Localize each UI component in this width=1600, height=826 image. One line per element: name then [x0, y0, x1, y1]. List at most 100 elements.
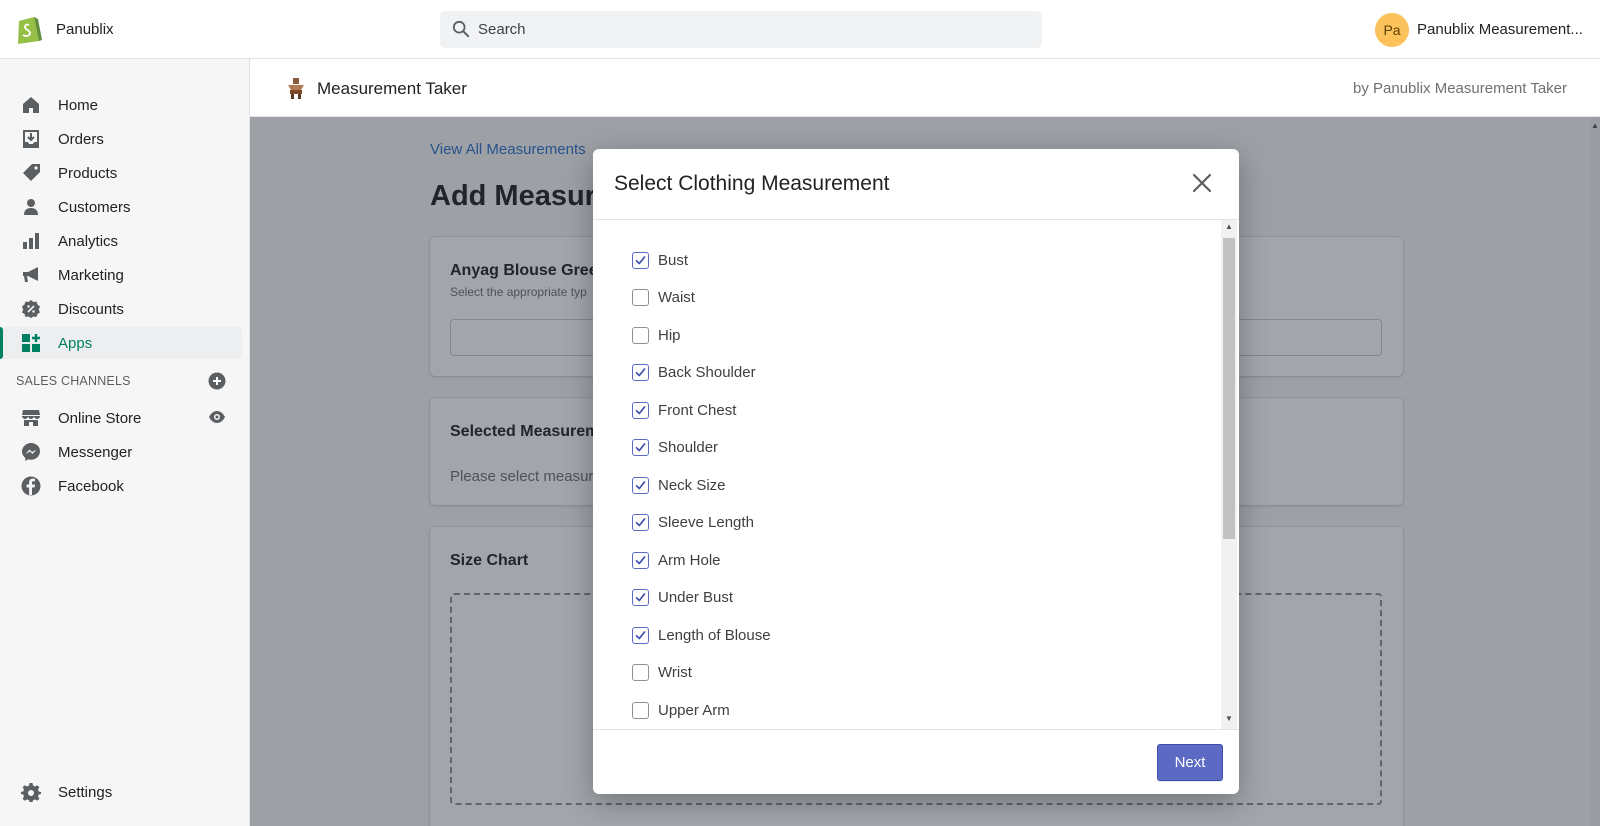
gear-icon [21, 783, 41, 802]
measurement-option[interactable]: Length of Blouse [632, 623, 771, 647]
measurement-option[interactable]: Wrist [632, 661, 692, 685]
checkbox-unchecked[interactable] [632, 289, 649, 306]
sidebar-item-label: Analytics [58, 232, 119, 250]
next-button[interactable]: Next [1157, 744, 1223, 781]
measurement-option[interactable]: Front Chest [632, 398, 736, 422]
measurement-label: Sleeve Length [658, 514, 754, 531]
measurement-option[interactable]: Bust [632, 248, 688, 272]
checkbox-unchecked[interactable] [632, 326, 649, 344]
sidebar-item-label: Customers [58, 198, 131, 216]
measurement-option[interactable]: Arm Hole [632, 548, 721, 572]
sidebar-item-apps[interactable]: Apps [0, 327, 242, 359]
app-header: Measurement Taker by Panublix Measuremen… [250, 59, 1600, 117]
measurement-label: Length of Blouse [658, 626, 771, 644]
shopify-logo-icon[interactable] [15, 13, 43, 45]
check-icon [635, 518, 646, 527]
orders-icon [23, 130, 39, 148]
checkbox-checked[interactable] [632, 476, 649, 494]
sidebar-item-label: Discounts [58, 300, 124, 318]
sidebar-item-analytics[interactable]: Analytics [0, 225, 242, 257]
sidebar: Home Orders Products Customers Analytics… [0, 59, 250, 826]
measurement-option[interactable]: Neck Size [632, 473, 726, 497]
sidebar-item-label: Orders [58, 130, 104, 148]
search-icon [452, 20, 470, 38]
sidebar-item-discounts[interactable]: Discounts [0, 293, 242, 325]
sidebar-item-label: Apps [58, 334, 93, 352]
sidebar-item-label: Messenger [58, 443, 133, 461]
discount-icon [22, 300, 40, 318]
check-icon [635, 443, 646, 452]
scroll-down-icon[interactable]: ▼ [1225, 714, 1233, 723]
top-bar: Panublix Search Pa Panublix Measurement.… [0, 0, 1600, 59]
checkbox-checked[interactable] [632, 439, 649, 456]
sidebar-item-label: Marketing [58, 266, 124, 284]
account-name[interactable]: Panublix Measurement... [1417, 21, 1583, 38]
modal-footer: Next [593, 729, 1239, 794]
check-icon [635, 593, 646, 602]
apps-icon [22, 334, 40, 352]
sidebar-item-online-store[interactable]: Online Store [0, 402, 242, 434]
scrollbar-thumb[interactable] [1223, 238, 1235, 539]
measurement-label: Upper Arm [658, 701, 730, 719]
check-icon [635, 480, 646, 489]
measurement-option[interactable]: Upper Arm [632, 698, 730, 722]
bar-chart-icon [23, 233, 39, 249]
measurement-label: Shoulder [658, 439, 719, 456]
checkbox-checked[interactable] [632, 251, 649, 269]
measurement-label: Hip [658, 326, 681, 344]
checkbox-checked[interactable] [632, 589, 649, 606]
megaphone-icon [23, 267, 38, 282]
measurement-label: Neck Size [658, 476, 726, 494]
modal-scrollbar[interactable]: ▲ ▼ [1221, 220, 1237, 729]
sidebar-item-label: Settings [58, 783, 113, 801]
measurement-label: Back Shoulder [658, 364, 756, 381]
home-icon [23, 97, 39, 113]
sidebar-item-label: Online Store [58, 409, 142, 427]
measurement-option[interactable]: Back Shoulder [632, 361, 756, 385]
sidebar-item-label: Facebook [58, 477, 124, 495]
close-icon[interactable] [1191, 172, 1213, 194]
sidebar-item-facebook[interactable]: Facebook [0, 470, 242, 502]
checkbox-unchecked[interactable] [632, 664, 649, 681]
sidebar-item-settings[interactable]: Settings [0, 776, 242, 808]
sidebar-item-marketing[interactable]: Marketing [0, 259, 242, 291]
tag-icon [23, 164, 40, 181]
sidebar-item-orders[interactable]: Orders [0, 123, 242, 155]
shop-name[interactable]: Panublix [56, 21, 114, 38]
app-title: Measurement Taker [317, 79, 467, 98]
measurement-option[interactable]: Hip [632, 323, 681, 347]
measurement-label: Arm Hole [658, 551, 721, 569]
checkbox-checked[interactable] [632, 401, 649, 419]
measurement-label: Under Bust [658, 589, 734, 606]
sales-channels-heading: SALES CHANNELS [16, 374, 131, 388]
search-placeholder[interactable]: Search [478, 21, 526, 38]
checkbox-checked[interactable] [632, 626, 649, 644]
checkbox-checked[interactable] [632, 364, 649, 381]
scroll-up-icon[interactable]: ▲ [1225, 222, 1233, 231]
sidebar-item-messenger[interactable]: Messenger [0, 436, 242, 468]
measurement-option[interactable]: Under Bust [632, 586, 733, 610]
measurement-option[interactable]: Sleeve Length [632, 511, 754, 535]
add-channel-icon[interactable] [208, 372, 226, 390]
measurement-option[interactable]: Waist [632, 286, 695, 310]
sidebar-item-home[interactable]: Home [0, 89, 242, 121]
select-measurement-modal: Select Clothing Measurement ▲ ▼ Bust Wais… [593, 149, 1239, 794]
store-icon [22, 410, 40, 426]
checkbox-checked[interactable] [632, 551, 649, 569]
measurement-label: Waist [658, 289, 695, 306]
measurement-label: Bust [658, 251, 689, 269]
measurement-list: ▲ ▼ Bust Waist Hip Back Shoulder Front Chest… [593, 220, 1239, 729]
sidebar-item-customers[interactable]: Customers [0, 191, 242, 223]
search-bar[interactable]: Search [440, 11, 1042, 48]
measurement-option[interactable]: Shoulder [632, 436, 718, 460]
measurement-label: Wrist [658, 664, 692, 681]
checkbox-checked[interactable] [632, 514, 649, 531]
sidebar-item-products[interactable]: Products [0, 157, 242, 189]
sidebar-item-label: Products [58, 164, 118, 182]
checkbox-unchecked[interactable] [632, 701, 649, 719]
messenger-icon [22, 443, 40, 461]
avatar[interactable]: Pa [1375, 13, 1409, 47]
check-icon [635, 405, 646, 414]
eye-icon[interactable] [208, 408, 226, 426]
check-icon [635, 555, 646, 564]
